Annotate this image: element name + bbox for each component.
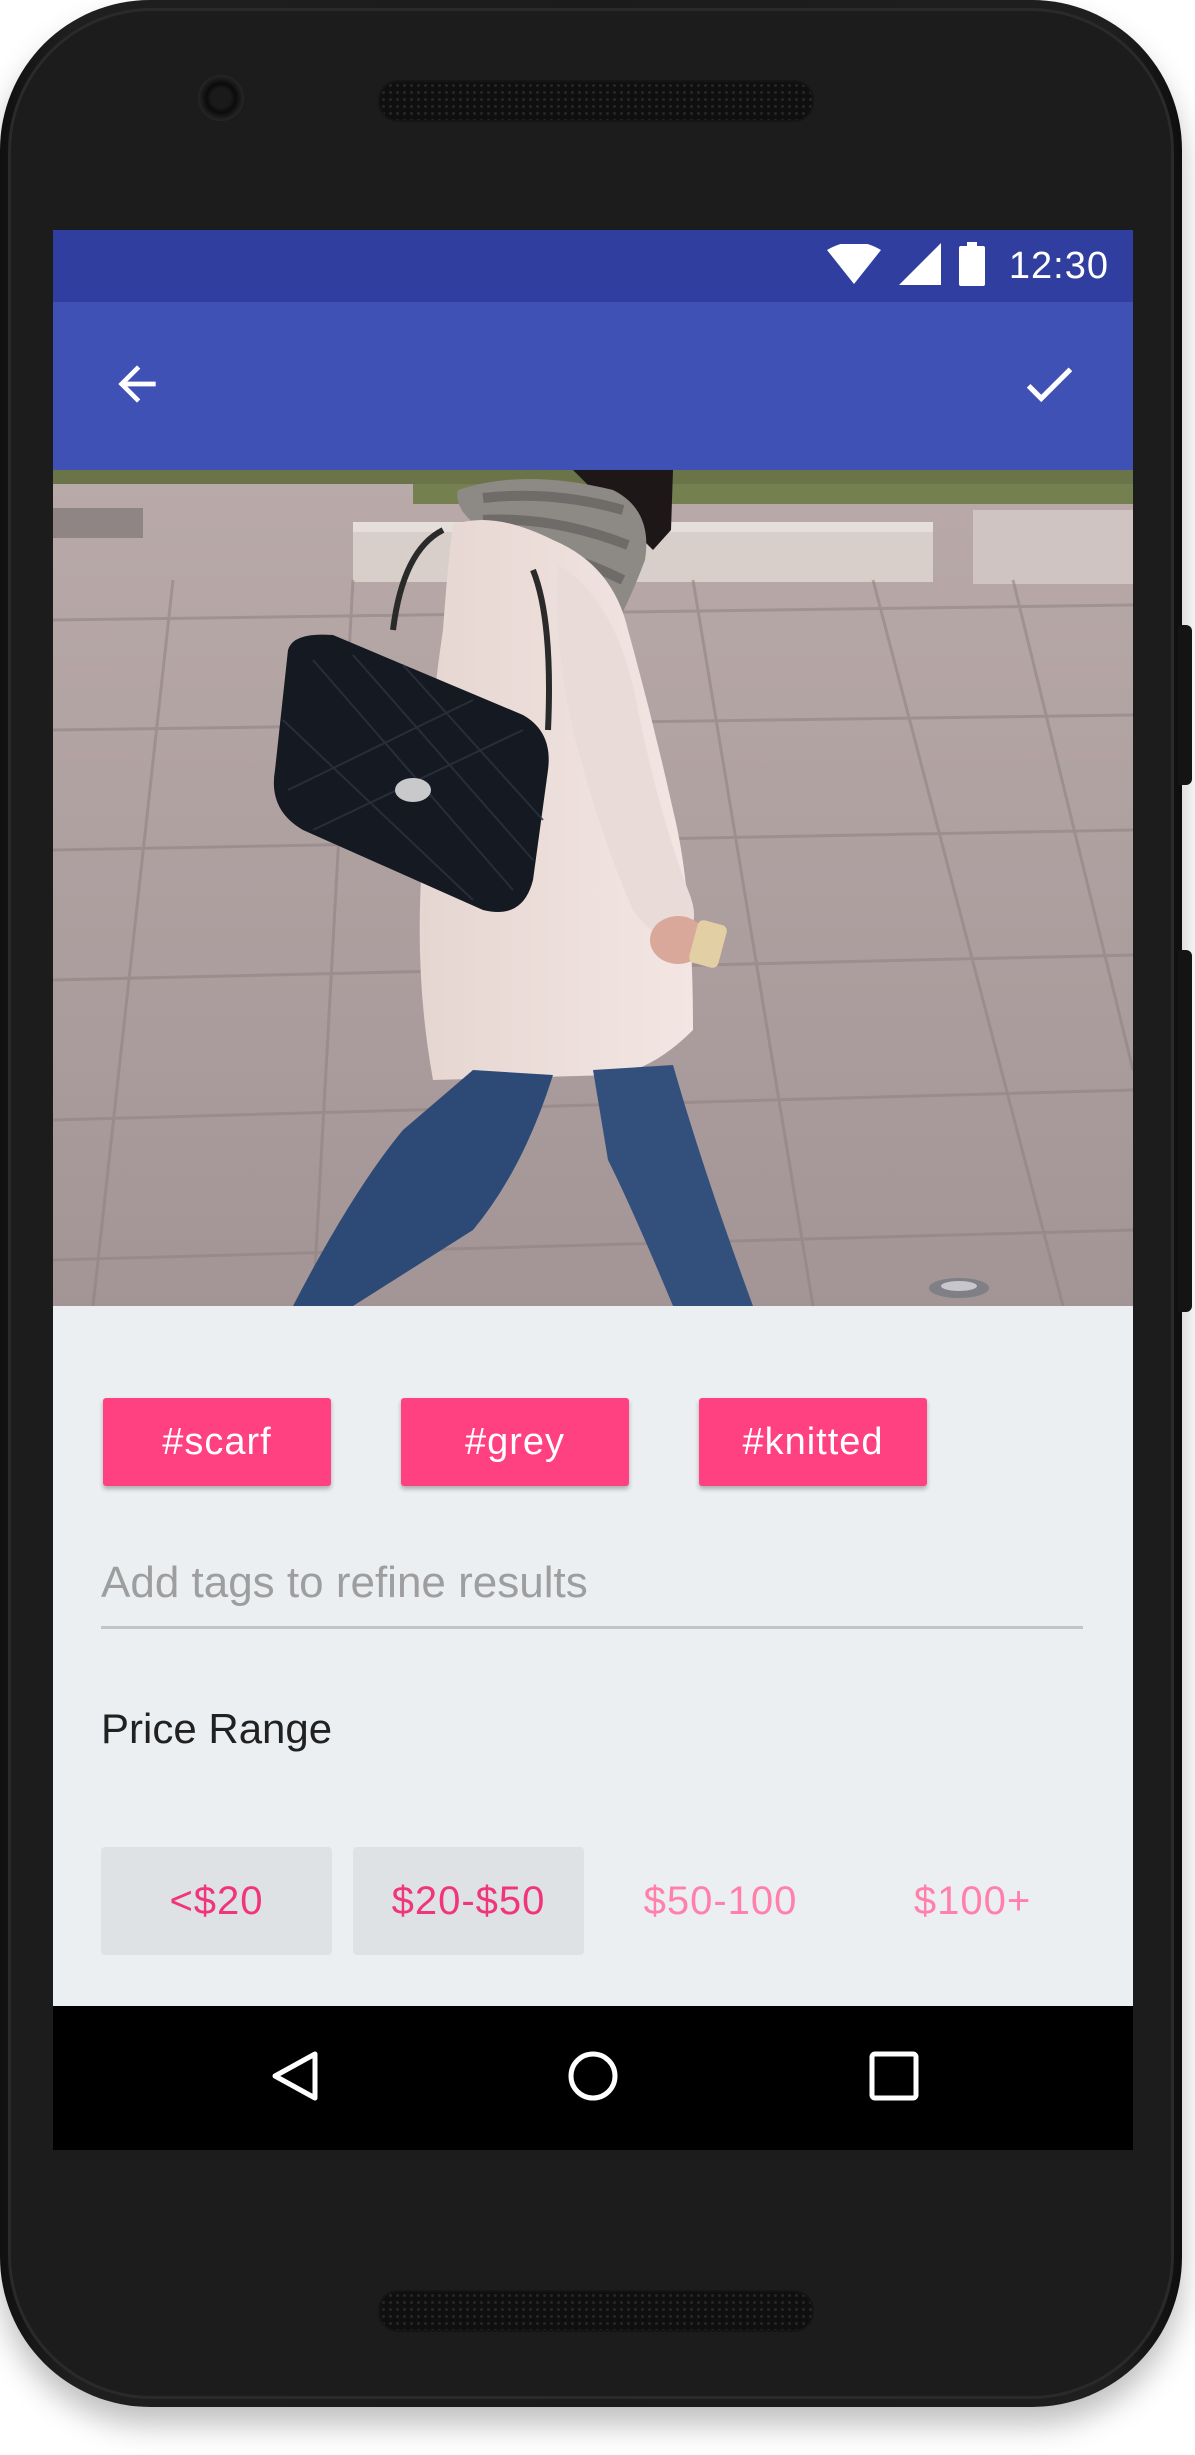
add-tags-input[interactable] <box>101 1540 1083 1629</box>
check-icon <box>1018 353 1080 420</box>
phone-frame: 12:30 #scarf #grey #knitted Add tags to … <box>0 0 1192 2407</box>
nav-back-icon <box>267 2048 323 2109</box>
system-nav-bar <box>53 2006 1133 2150</box>
price-option-under-20[interactable]: <$20 <box>101 1847 332 1955</box>
power-button <box>1178 625 1192 785</box>
price-option-100-plus[interactable]: $100+ <box>857 1847 1088 1955</box>
arrow-back-icon <box>109 356 165 417</box>
status-bar: 12:30 <box>53 230 1133 302</box>
app-bar <box>53 302 1133 470</box>
nav-home-button[interactable] <box>543 2028 643 2128</box>
status-time: 12:30 <box>1008 244 1109 287</box>
back-button[interactable] <box>93 342 181 430</box>
nav-recents-icon <box>866 2048 922 2109</box>
front-camera <box>198 75 244 121</box>
tag-chip-knitted[interactable]: #knitted <box>699 1398 927 1486</box>
tag-chip-scarf[interactable]: #scarf <box>103 1398 331 1486</box>
nav-back-button[interactable] <box>245 2028 345 2128</box>
signal-icon <box>898 242 941 290</box>
price-option-50-100[interactable]: $50-100 <box>605 1847 836 1955</box>
price-range-title: Price Range <box>101 1705 333 1752</box>
volume-button <box>1178 950 1192 1312</box>
screen: 12:30 #scarf #grey #knitted Add tags to … <box>53 230 1133 2150</box>
earpiece-speaker <box>378 80 814 122</box>
confirm-button[interactable] <box>1005 342 1093 430</box>
battery-icon <box>958 241 985 291</box>
price-range-options: <$20 $20-$50 $50-100 $100+ <box>101 1847 1088 1955</box>
price-option-20-50[interactable]: $20-$50 <box>353 1847 584 1955</box>
nav-recents-button[interactable] <box>844 2028 944 2128</box>
status-icons: 12:30 <box>826 230 1109 302</box>
tag-chip-grey[interactable]: #grey <box>401 1398 629 1486</box>
woman-walking-photo <box>53 470 1133 1306</box>
wifi-icon <box>826 241 881 289</box>
nav-home-icon <box>565 2048 621 2109</box>
bottom-speaker <box>378 2290 814 2332</box>
tag-chip-list: #scarf #grey #knitted <box>103 1398 927 1486</box>
